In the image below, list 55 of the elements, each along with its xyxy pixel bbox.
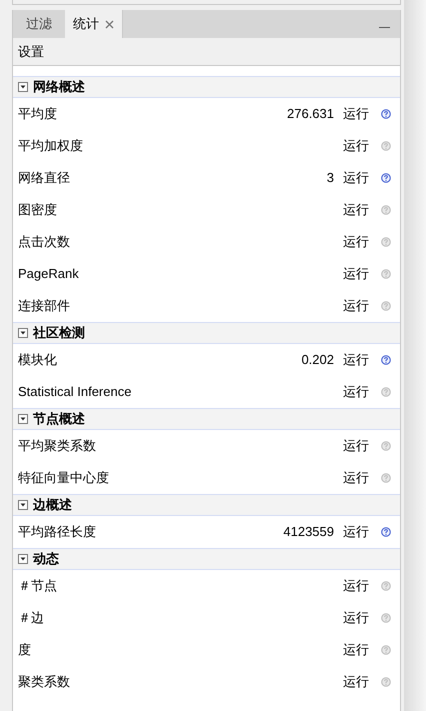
statistic-name: 连接部件	[18, 297, 71, 316]
run-button[interactable]: 运行	[343, 672, 369, 692]
section-title: 社区检测	[33, 324, 85, 342]
collapse-icon[interactable]	[18, 554, 28, 564]
tab[interactable]: 统计	[65, 10, 123, 38]
statistic-name: 平均度	[18, 105, 58, 124]
statistic-name: 度	[18, 641, 32, 660]
statistic-name: ＃边	[18, 609, 45, 628]
collapse-icon[interactable]	[18, 328, 28, 338]
run-button[interactable]: 运行	[343, 382, 369, 402]
help-icon[interactable]	[381, 527, 391, 537]
help-icon[interactable]	[381, 109, 391, 119]
help-icon[interactable]	[381, 355, 391, 365]
statistic-value: 3	[326, 169, 334, 188]
run-button[interactable]: 运行	[343, 468, 369, 488]
collapse-icon[interactable]	[18, 500, 28, 510]
help-icon[interactable]	[381, 173, 391, 183]
statistic-name: Statistical Inference	[18, 383, 132, 402]
minimize-icon[interactable]	[379, 27, 390, 28]
statistic-name: 网络直径	[18, 169, 71, 188]
section-title: 边概述	[33, 496, 72, 514]
run-button[interactable]: 运行	[343, 232, 369, 252]
settings-label[interactable]: 设置	[18, 42, 44, 62]
statistic-name: 平均路径长度	[18, 523, 97, 542]
section-title: 动态	[33, 550, 59, 568]
statistic-name: ＃节点	[18, 577, 58, 596]
run-button[interactable]: 运行	[343, 608, 369, 628]
run-button[interactable]: 运行	[343, 576, 369, 596]
statistic-name: 特征向量中心度	[18, 469, 110, 488]
statistic-value: 0.202	[301, 351, 334, 370]
section-title: 网络概述	[33, 78, 85, 96]
run-button[interactable]: 运行	[343, 522, 369, 542]
run-button[interactable]: 运行	[343, 136, 369, 156]
run-button[interactable]: 运行	[343, 350, 369, 370]
run-button[interactable]: 运行	[343, 436, 369, 456]
run-button[interactable]: 运行	[343, 264, 369, 284]
run-button[interactable]: 运行	[343, 104, 369, 124]
run-button[interactable]: 运行	[343, 168, 369, 188]
statistic-value: 4123559	[283, 523, 334, 542]
run-button[interactable]: 运行	[343, 200, 369, 220]
section-title: 节点概述	[33, 410, 85, 428]
statistic-value: 276.631	[287, 105, 334, 124]
run-button[interactable]: 运行	[343, 296, 369, 316]
statistic-name: PageRank	[18, 265, 80, 284]
tab[interactable]: 过滤	[13, 10, 65, 38]
collapse-icon[interactable]	[18, 82, 28, 92]
statistic-name: 点击次数	[18, 233, 71, 252]
statistic-name: 聚类系数	[18, 673, 71, 692]
statistic-name: 平均加权度	[18, 137, 84, 156]
run-button[interactable]: 运行	[343, 640, 369, 660]
close-icon[interactable]	[105, 20, 114, 28]
collapse-icon[interactable]	[18, 414, 28, 424]
statistic-name: 模块化	[18, 351, 58, 370]
statistic-name: 平均聚类系数	[18, 437, 97, 456]
statistic-name: 图密度	[18, 201, 58, 220]
